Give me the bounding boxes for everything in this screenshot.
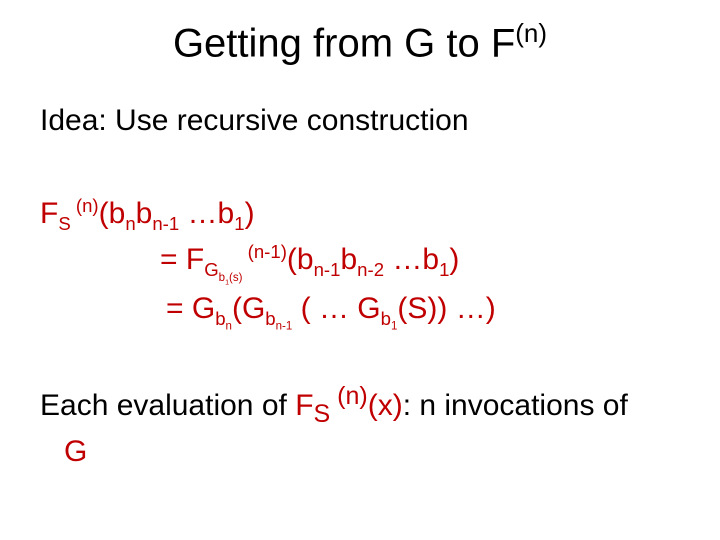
f-symbol: F (295, 389, 313, 422)
sub-b: b (381, 308, 391, 329)
txt: (S)) …) (397, 292, 495, 325)
txt: b (340, 243, 357, 276)
title-sup: (n) (515, 18, 547, 48)
sub-b: b (215, 308, 225, 329)
slide: Getting from G to F(n) Idea: Use recursi… (0, 0, 720, 540)
sub: 1 (234, 213, 244, 234)
txt: (G (232, 292, 265, 325)
txt: (b (99, 197, 126, 230)
txt: = G (166, 292, 215, 325)
sub: b1 (381, 308, 398, 329)
summary-text-2: : n invocations of (403, 389, 628, 422)
slide-title: Getting from G to F(n) (0, 18, 720, 66)
summary-block: Each evaluation of FS (n)(x): n invocati… (40, 380, 680, 472)
expr: (x) (368, 389, 403, 422)
txt: (b (287, 243, 314, 276)
sub: bn (215, 308, 232, 329)
sub: n-1 (276, 321, 293, 333)
sub-s: (s) (229, 272, 242, 284)
txt: …b (179, 197, 234, 230)
sub: 1 (439, 259, 449, 280)
idea-line: Idea: Use recursive construction (40, 104, 469, 138)
sub: n (125, 213, 135, 234)
sub-g: G (204, 259, 218, 280)
txt: = F (160, 243, 204, 276)
formula-line-3: = Gbn(Gbn-1 ( … Gb1(S)) …) (40, 287, 496, 335)
summary-expr: FS (n)(x) (295, 389, 403, 422)
sub: S (58, 213, 70, 234)
f-symbol: F (40, 197, 58, 230)
summary-text-1: Each evaluation of (40, 389, 295, 422)
sup: (n) (71, 195, 99, 216)
txt: b (136, 197, 153, 230)
txt: ( … G (292, 292, 380, 325)
txt: ) (449, 243, 459, 276)
sub-b: b (265, 308, 275, 329)
txt: ) (245, 197, 255, 230)
sub: n-1 (314, 259, 341, 280)
sup: (n-1) (242, 241, 286, 262)
sub: Gb1(s) (204, 259, 242, 280)
formula-line-2: = FGb1(s) (n-1)(bn-1bn-2 …b1) (40, 238, 496, 287)
sub: b1(s) (219, 272, 243, 284)
sub: n-1 (152, 213, 179, 234)
title-text: Getting from G to F (173, 21, 515, 65)
sub: n-2 (357, 259, 384, 280)
sup: (n) (330, 382, 368, 410)
sub: S (314, 400, 331, 428)
formula-block: FS (n)(bnbn-1 …b1) = FGb1(s) (n-1)(bn-1b… (40, 192, 496, 336)
g-symbol: G (64, 435, 87, 468)
txt: …b (384, 243, 439, 276)
sub: bn-1 (265, 308, 292, 329)
summary-line-2: G (40, 432, 680, 473)
formula-line-1: FS (n)(bnbn-1 …b1) (40, 192, 496, 238)
